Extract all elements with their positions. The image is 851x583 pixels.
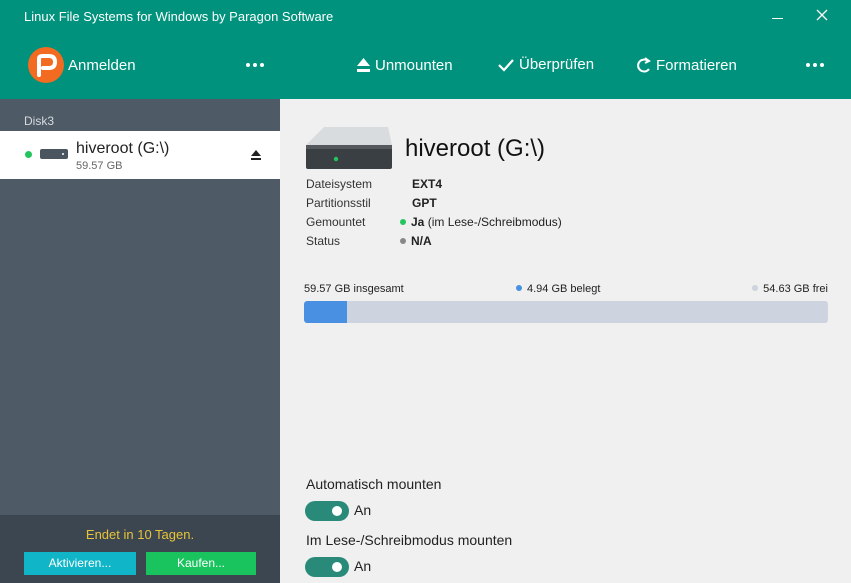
property-value: Ja (im Lese-/Schreibmodus)	[400, 215, 562, 229]
more-options-left-icon[interactable]	[245, 58, 267, 72]
login-button[interactable]: Anmelden	[68, 57, 136, 74]
rw-mount-toggle[interactable]	[305, 557, 349, 577]
eject-icon[interactable]	[250, 149, 262, 162]
format-button[interactable]: Formatieren	[636, 56, 737, 74]
disk-usage-bar	[304, 301, 828, 323]
property-value: N/A	[400, 234, 432, 248]
mounted-note: (im Lese-/Schreibmodus)	[427, 215, 562, 229]
property-key: Dateisystem	[306, 177, 373, 191]
mounted-status-dot	[25, 151, 32, 158]
minimize-button[interactable]	[766, 4, 790, 28]
mounted-dot	[400, 219, 406, 225]
activate-button[interactable]: Aktivieren...	[24, 552, 136, 575]
property-value: EXT4	[412, 177, 443, 191]
property-value: GPT	[412, 196, 437, 210]
close-icon	[816, 9, 828, 21]
disk-label: Disk3	[24, 114, 55, 128]
sidebar: Disk3 hiveroot (G:\) 59.57 GB Endet in 1…	[0, 99, 280, 583]
disk-usage-fill	[304, 301, 347, 323]
format-label: Formatieren	[656, 56, 737, 74]
drive-icon	[40, 149, 68, 159]
hard-drive-icon	[306, 127, 392, 169]
rw-mount-label: Im Lese-/Schreibmodus mounten	[306, 532, 513, 548]
rw-mount-state: An	[354, 558, 372, 574]
usage-free-label: 54.63 GB frei	[752, 283, 828, 295]
check-button[interactable]: Überprüfen	[497, 56, 594, 73]
volume-name: hiveroot (G:\)	[76, 140, 170, 157]
buy-button[interactable]: Kaufen...	[146, 552, 256, 575]
auto-mount-toggle[interactable]	[305, 501, 349, 521]
close-button[interactable]	[810, 4, 834, 28]
usage-total-label: 59.57 GB insgesamt	[304, 283, 404, 295]
usage-legend: 59.57 GB insgesamt 4.94 GB belegt 54.63 …	[304, 283, 828, 297]
property-key: Status	[306, 234, 341, 248]
volume-details-panel: hiveroot (G:\) Dateisystem EXT4 Partitio…	[280, 99, 851, 583]
property-key: Gemountet	[306, 215, 366, 229]
check-label: Überprüfen	[519, 56, 595, 73]
refresh-icon	[637, 57, 651, 73]
volume-size: 59.57 GB	[76, 160, 123, 172]
eject-icon	[357, 58, 370, 72]
auto-mount-state: An	[354, 502, 372, 518]
sidebar-volume-item[interactable]: hiveroot (G:\) 59.57 GB	[0, 131, 280, 179]
more-options-right-icon[interactable]	[805, 58, 827, 72]
paragon-logo-icon[interactable]	[28, 47, 64, 83]
checkmark-icon	[498, 58, 514, 72]
trial-expiry-text: Endet in 10 Tagen.	[85, 527, 195, 542]
toolbar: Anmelden Unmounten Überprüfen Formatiere…	[0, 32, 851, 99]
title-bar: Linux File Systems for Windows by Parago…	[0, 0, 851, 32]
auto-mount-label: Automatisch mounten	[306, 476, 442, 492]
window-title: Linux File Systems for Windows by Parago…	[24, 9, 334, 24]
unmount-button[interactable]: Unmounten	[356, 56, 453, 74]
license-footer: Endet in 10 Tagen. Aktivieren... Kaufen.…	[0, 515, 280, 583]
unmount-label: Unmounten	[375, 56, 453, 74]
usage-used-label: 4.94 GB belegt	[516, 283, 600, 295]
volume-title: hiveroot (G:\)	[405, 135, 546, 162]
status-dot	[400, 238, 406, 244]
property-key: Partitionsstil	[306, 196, 371, 210]
